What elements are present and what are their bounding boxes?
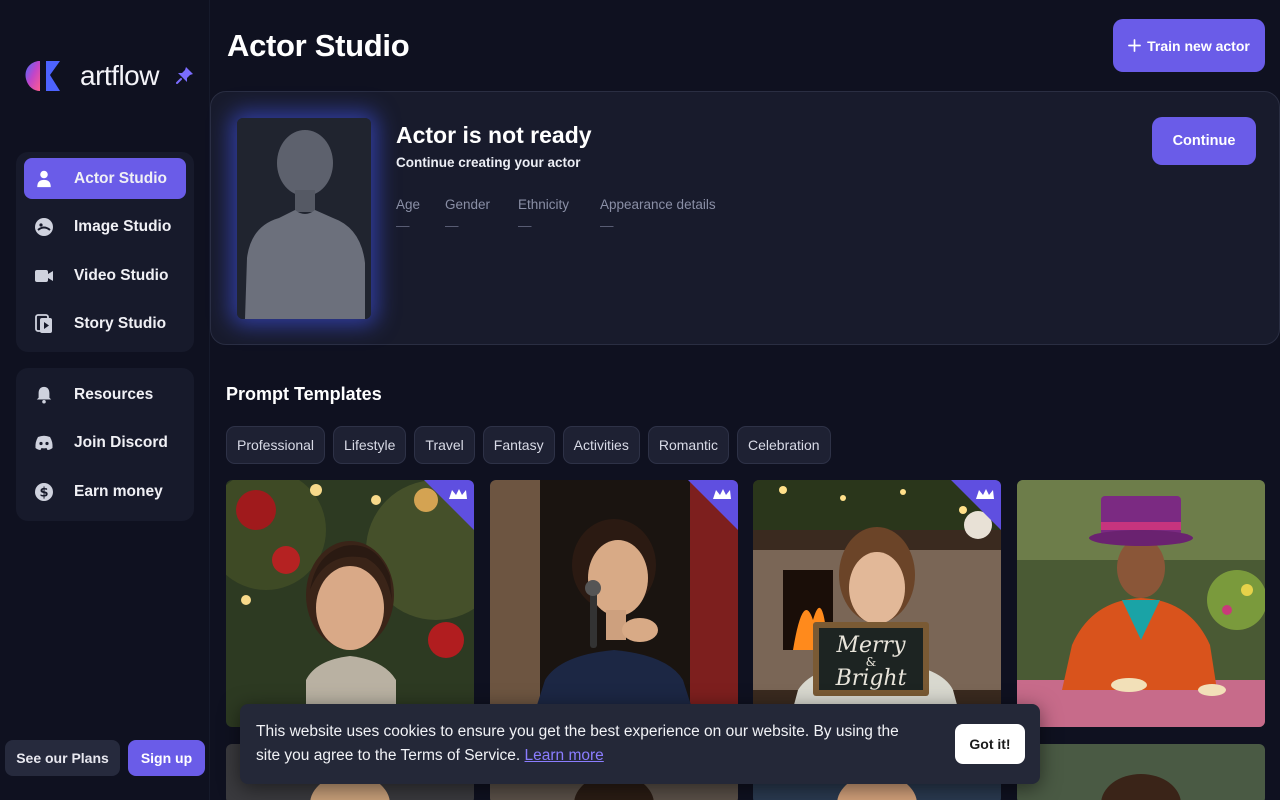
template-category-filters: Professional Lifestyle Travel Fantasy Ac… bbox=[226, 426, 831, 464]
attribute-gender: Gender — bbox=[445, 197, 490, 233]
chip-travel[interactable]: Travel bbox=[414, 426, 475, 464]
sidebar-item-video-studio[interactable]: Video Studio bbox=[24, 255, 186, 296]
sidebar-item-label: Earn money bbox=[74, 482, 163, 500]
sidebar-item-join-discord[interactable]: Join Discord bbox=[24, 423, 186, 464]
train-new-actor-button[interactable]: Train new actor bbox=[1113, 19, 1265, 72]
image-studio-icon bbox=[34, 217, 54, 237]
sidebar-item-label: Image Studio bbox=[74, 218, 172, 235]
cookie-message: This website uses cookies to ensure you … bbox=[256, 720, 906, 768]
chip-fantasy[interactable]: Fantasy bbox=[482, 426, 555, 464]
attribute-value: — bbox=[518, 218, 532, 233]
pin-icon[interactable] bbox=[176, 66, 194, 84]
sidebar-item-label: Join Discord bbox=[74, 434, 168, 451]
secondary-nav: Resources Join Discord $ Earn money bbox=[16, 368, 194, 521]
template-card-christmas-portrait[interactable] bbox=[226, 480, 474, 727]
attribute-value: — bbox=[445, 218, 459, 233]
chip-celebration[interactable]: Celebration bbox=[736, 426, 831, 464]
plus-icon bbox=[1128, 39, 1142, 52]
premium-crown-badge bbox=[424, 480, 474, 530]
sign-up-button[interactable]: Sign up bbox=[128, 740, 205, 776]
actor-placeholder-image bbox=[237, 118, 371, 319]
sidebar-item-label: Actor Studio bbox=[74, 169, 167, 187]
prompt-templates-title: Prompt Templates bbox=[226, 384, 382, 404]
attribute-appearance-details: Appearance details — bbox=[600, 197, 716, 233]
sidebar-item-earn-money[interactable]: $ Earn money bbox=[24, 471, 186, 512]
brand-name: artflow bbox=[80, 60, 159, 91]
attribute-label: Age bbox=[396, 197, 421, 212]
primary-nav: Actor Studio Image Studio Video Studio S… bbox=[16, 152, 194, 352]
attribute-label: Ethnicity bbox=[518, 197, 570, 212]
actor-status-subtitle: Continue creating your actor bbox=[396, 155, 581, 170]
continue-button[interactable]: Continue bbox=[1152, 117, 1256, 165]
video-camera-icon bbox=[34, 266, 54, 286]
attribute-value: — bbox=[396, 218, 410, 233]
attribute-label: Gender bbox=[445, 197, 491, 212]
sidebar-item-label: Resources bbox=[74, 385, 154, 403]
dollar-icon: $ bbox=[34, 482, 54, 502]
template-card-row2-4[interactable] bbox=[1017, 744, 1265, 800]
sidebar-item-label: Story Studio bbox=[74, 315, 167, 332]
attribute-ethnicity: Ethnicity — bbox=[518, 197, 569, 233]
sidebar-item-resources[interactable]: Resources bbox=[24, 374, 186, 415]
see-plans-button[interactable]: See our Plans bbox=[5, 740, 120, 776]
premium-crown-badge bbox=[951, 480, 1001, 530]
train-new-actor-label: Train new actor bbox=[1147, 37, 1250, 54]
brand-logo[interactable]: artflow bbox=[24, 56, 159, 96]
chip-activities[interactable]: Activities bbox=[562, 426, 640, 464]
attribute-age: Age — bbox=[396, 197, 420, 233]
artflow-logo-icon bbox=[25, 61, 60, 91]
page-title: Actor Studio bbox=[227, 28, 410, 63]
chip-lifestyle[interactable]: Lifestyle bbox=[333, 426, 407, 464]
sidebar-item-image-studio[interactable]: Image Studio bbox=[24, 207, 186, 248]
chip-professional[interactable]: Professional bbox=[226, 426, 326, 464]
sidebar-item-story-studio[interactable]: Story Studio bbox=[24, 304, 186, 345]
template-card-merry-bright-fireplace[interactable]: Merry & Bright bbox=[753, 480, 1001, 727]
svg-text:$: $ bbox=[39, 485, 48, 500]
sidebar-item-label: Video Studio bbox=[74, 266, 169, 284]
sign-text: Bright bbox=[835, 666, 907, 691]
cookie-banner: This website uses cookies to ensure you … bbox=[240, 704, 1040, 784]
user-icon bbox=[34, 169, 54, 189]
attribute-value: — bbox=[600, 218, 614, 233]
template-card-mad-hatter-tea-party[interactable] bbox=[1017, 480, 1265, 727]
template-card-public-speaker[interactable] bbox=[490, 480, 738, 727]
attribute-label: Appearance details bbox=[600, 197, 716, 212]
sidebar: artflow Actor Studio Image Studio Video … bbox=[0, 0, 210, 800]
actor-status-card: Actor is not ready Continue creating you… bbox=[210, 91, 1280, 345]
chip-romantic[interactable]: Romantic bbox=[647, 426, 729, 464]
cookie-accept-button[interactable]: Got it! bbox=[955, 724, 1025, 764]
discord-icon bbox=[34, 433, 54, 453]
account-actions: See our Plans Sign up bbox=[5, 740, 205, 776]
actor-status-title: Actor is not ready bbox=[396, 122, 592, 148]
sidebar-item-actor-studio[interactable]: Actor Studio bbox=[24, 158, 186, 199]
premium-crown-badge bbox=[688, 480, 738, 530]
story-icon bbox=[34, 314, 54, 334]
learn-more-link[interactable]: Learn more bbox=[525, 747, 604, 764]
bell-icon bbox=[34, 385, 54, 405]
